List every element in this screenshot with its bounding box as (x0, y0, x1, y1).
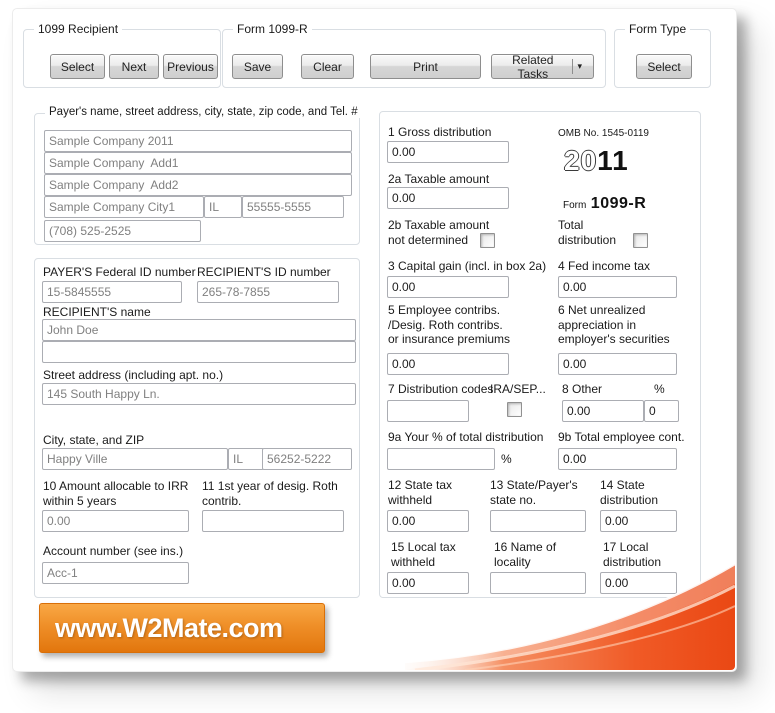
payer-city-input[interactable] (44, 196, 204, 218)
total-distribution-label: Total distribution (558, 218, 617, 247)
related-tasks-label: Related Tasks (512, 52, 554, 81)
box1-input[interactable] (387, 141, 509, 163)
recipient-previous-button[interactable]: Previous (163, 54, 218, 79)
box8-percent-label: % (654, 382, 665, 396)
swoosh-svg (405, 562, 735, 670)
box2b-checkbox[interactable] (480, 233, 495, 248)
street-label: Street address (including apt. no.) (43, 368, 224, 382)
form-number-label: Form 1099-R (563, 195, 646, 213)
box9a-percent-label: % (501, 452, 512, 466)
recipient-group-title: 1099 Recipient (34, 22, 123, 36)
save-button[interactable]: Save (232, 54, 283, 79)
box7-input[interactable] (387, 400, 469, 422)
recipient-state-input[interactable] (228, 448, 264, 470)
clear-button[interactable]: Clear (301, 54, 354, 79)
box9b-input[interactable] (558, 448, 677, 470)
payer-fed-id-label: PAYER'S Federal ID number (43, 265, 196, 279)
recipient-city-input[interactable] (42, 448, 228, 470)
payer-phone-input[interactable] (44, 220, 201, 242)
ira-sep-label: IRA/SEP... (490, 382, 546, 396)
box6-input[interactable] (558, 353, 677, 375)
box10-label: 10 Amount allocable to IRR within 5 year… (43, 479, 189, 508)
city-state-zip-label: City, state, and ZIP (43, 433, 145, 447)
box9a-label: 9a Your % of total distribution (388, 430, 544, 444)
box14-input[interactable] (600, 510, 677, 532)
form-type-select-button[interactable]: Select (636, 54, 692, 79)
box2a-label: 2a Taxable amount (388, 172, 490, 186)
recipient-id-input[interactable] (197, 281, 339, 303)
w2mate-url-text: www.W2Mate.com (55, 612, 283, 643)
box6-label: 6 Net unrealized appreciation in employe… (558, 303, 670, 347)
box13-label: 13 State/Payer's state no. (490, 478, 578, 507)
payer-fed-id-input[interactable] (42, 281, 182, 303)
box2b-label: 2b Taxable amount not determined (388, 218, 490, 247)
box3-label: 3 Capital gain (incl. in box 2a) (388, 259, 547, 273)
recipient-select-button[interactable]: Select (50, 54, 105, 79)
dropdown-arrow-icon[interactable]: ▾ (572, 61, 587, 72)
payer-state-input[interactable] (204, 196, 242, 218)
box4-input[interactable] (558, 276, 677, 298)
ira-sep-checkbox[interactable] (507, 402, 522, 417)
recipient-id-label: RECIPIENT'S ID number (197, 265, 331, 279)
form-actions-group: Form 1099-R Save Clear Print Related Tas… (222, 22, 606, 88)
box14-label: 14 State distribution (600, 478, 659, 507)
account-number-input[interactable] (42, 562, 189, 584)
recipient-zip-input[interactable] (262, 448, 352, 470)
recipient-next-button[interactable]: Next (109, 54, 159, 79)
form-1099r-group: 1 Gross distribution OMB No. 1545-0119 2… (379, 111, 701, 598)
payer-info-group: Payer's name, street address, city, stat… (34, 106, 362, 245)
account-number-label: Account number (see ins.) (43, 544, 184, 558)
w2mate-banner[interactable]: www.W2Mate.com (39, 603, 325, 653)
box5-input[interactable] (387, 353, 509, 375)
total-distribution-checkbox[interactable] (633, 233, 648, 248)
box8-label: 8 Other (562, 382, 603, 396)
tax-year-solid: 11 (597, 145, 629, 176)
payer-name-input[interactable] (44, 130, 352, 152)
payer-address1-input[interactable] (44, 152, 352, 174)
omb-number-label: OMB No. 1545-0119 (558, 128, 649, 139)
box8-input[interactable] (562, 400, 644, 422)
box4-label: 4 Fed income tax (558, 259, 651, 273)
form-type-group: Form Type Select (614, 22, 711, 88)
box8-percent-input[interactable] (644, 400, 679, 422)
box11-input[interactable] (202, 510, 344, 532)
w2mate-form-window: 1099 Recipient Select Next Previous Form… (12, 8, 737, 672)
box12-label: 12 State tax withheld (388, 478, 453, 507)
box9b-label: 9b Total employee cont. (558, 430, 685, 444)
tax-year-outline: 20 (564, 145, 598, 176)
box2a-input[interactable] (387, 187, 509, 209)
box9a-input[interactable] (387, 448, 495, 470)
box1-label: 1 Gross distribution (388, 125, 492, 139)
recipient-name-label: RECIPIENT'S name (43, 305, 151, 319)
box12-input[interactable] (387, 510, 469, 532)
box13-input[interactable] (490, 510, 586, 532)
payer-zip-input[interactable] (242, 196, 344, 218)
form-word: Form (563, 200, 587, 211)
box7-label: 7 Distribution codes (388, 382, 494, 396)
recipient-group: 1099 Recipient Select Next Previous (23, 22, 221, 88)
payer-group-title: Payer's name, street address, city, stat… (45, 106, 362, 118)
related-tasks-button[interactable]: Related Tasks ▾ (491, 52, 594, 81)
payer-address2-input[interactable] (44, 174, 352, 196)
form-number: 1099-R (590, 195, 647, 212)
box10-input[interactable] (42, 510, 189, 532)
street-input[interactable] (42, 383, 356, 405)
swoosh-graphic (405, 558, 735, 670)
form-actions-group-title: Form 1099-R (233, 22, 312, 36)
recipient-info-group: PAYER'S Federal ID number RECIPIENT'S ID… (34, 258, 360, 598)
tax-year-label: 2011 (564, 145, 629, 177)
box5-label: 5 Employee contribs. /Desig. Roth contri… (388, 303, 511, 347)
print-button[interactable]: Print (370, 54, 481, 79)
box11-label: 11 1st year of desig. Roth contrib. (202, 479, 338, 508)
recipient-name2-input[interactable] (42, 341, 356, 363)
box3-input[interactable] (387, 276, 509, 298)
form-type-group-title: Form Type (625, 22, 691, 36)
recipient-name-input[interactable] (42, 319, 356, 341)
